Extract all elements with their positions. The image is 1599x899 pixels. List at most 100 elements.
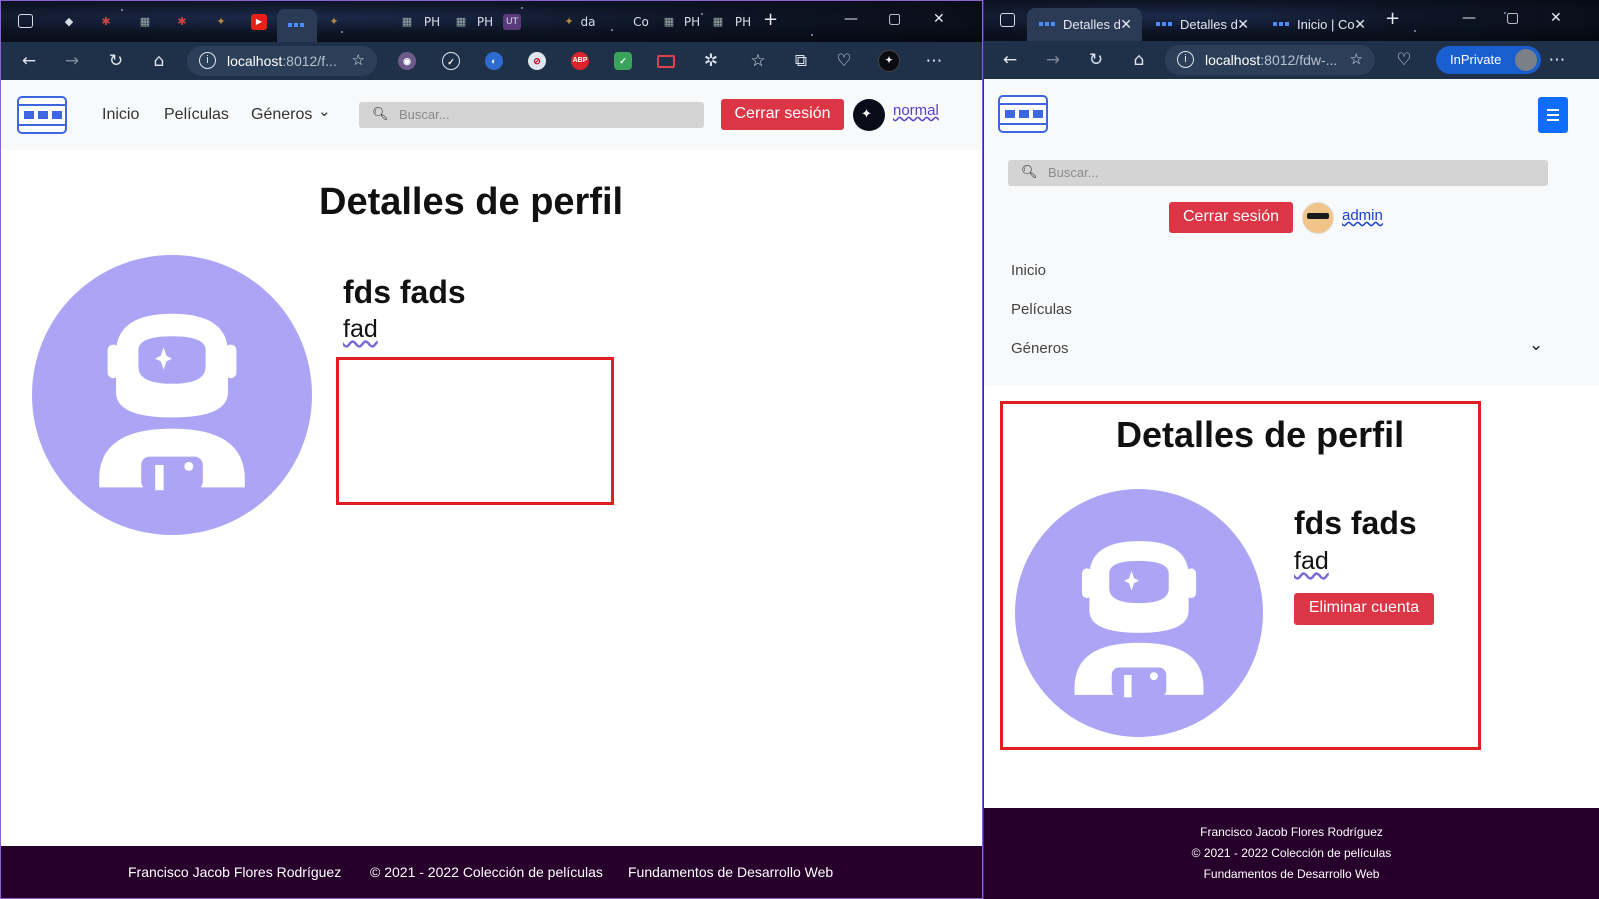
profile-username: fad [1294, 547, 1329, 576]
site-info-icon[interactable]: i [199, 52, 216, 69]
logout-button[interactable]: Cerrar sesión [1169, 202, 1293, 233]
close-window-icon[interactable]: ✕ [1550, 10, 1562, 26]
page-title: Detalles de perfil [319, 181, 624, 223]
tab-favicon-icon[interactable]: ▦ [710, 14, 726, 30]
tab-active[interactable]: Detalles d ✕ [1027, 8, 1142, 41]
site-favicon-icon [1039, 19, 1057, 29]
back-icon[interactable]: ← [999, 49, 1021, 71]
tab-favicon-icon[interactable]: ◆ [61, 14, 77, 30]
address-path: :8012/fdw-... [1260, 52, 1338, 68]
inprivate-label: InPrivate [1450, 52, 1502, 67]
nav-generos[interactable]: Géneros [1011, 340, 1069, 357]
maximize-icon[interactable]: ▢ [888, 11, 901, 27]
more-menu-icon[interactable]: ⋯ [1546, 49, 1568, 71]
site-logo[interactable] [17, 96, 67, 134]
inprivate-badge[interactable]: InPrivate [1436, 46, 1542, 74]
tab-favicon-icon[interactable]: ✦ [326, 14, 342, 30]
tab-label[interactable]: Co [631, 14, 651, 30]
search-icon: 🔍︎ [1021, 164, 1038, 179]
extension-icon[interactable] [657, 55, 675, 68]
close-window-icon[interactable]: ✕ [933, 11, 945, 27]
username-link[interactable]: normal [893, 102, 939, 119]
logout-button[interactable]: Cerrar sesión [721, 99, 844, 130]
tab-active[interactable] [277, 9, 317, 42]
profile-icon[interactable]: ✦ [878, 50, 900, 72]
extension-icon[interactable]: ◉ [398, 52, 416, 70]
profile-full-name: fds fads [1294, 505, 1417, 541]
nav-peliculas[interactable]: Películas [1011, 301, 1072, 318]
refresh-icon[interactable]: ↻ [1085, 49, 1107, 71]
add-favorite-icon[interactable]: ☆ [352, 51, 365, 69]
tab-favicon-icon[interactable]: ▦ [453, 14, 469, 30]
minimize-icon[interactable]: — [844, 11, 858, 27]
refresh-icon[interactable]: ↻ [105, 50, 127, 72]
tab-label: Detalles d [1180, 17, 1238, 32]
minimize-icon[interactable]: — [1462, 10, 1476, 26]
tab[interactable]: Inicio | Co ✕ [1261, 8, 1376, 41]
browser-essentials-icon[interactable]: ♡ [1393, 49, 1415, 71]
tab-favicon-icon[interactable]: ✦ [213, 14, 229, 30]
tab-label: Detalles d [1063, 17, 1121, 32]
new-tab-icon[interactable]: + [1385, 8, 1400, 29]
site-info-icon[interactable]: i [1177, 51, 1194, 68]
tab[interactable]: Detalles d ✕ [1144, 8, 1259, 41]
address-host: localhost [227, 53, 283, 69]
delete-account-button[interactable]: Eliminar cuenta [1294, 593, 1434, 625]
tab-actions-icon[interactable] [1000, 13, 1015, 27]
tab-favicon-icon[interactable]: ▦ [399, 14, 415, 30]
avatar[interactable] [1302, 202, 1334, 234]
chevron-down-icon[interactable]: ⌄ [318, 102, 331, 120]
nav-generos[interactable]: Géneros [251, 106, 312, 124]
avatar-glasses-icon [1307, 213, 1329, 219]
extension-icon[interactable]: ◐ [485, 52, 503, 70]
new-tab-icon[interactable]: + [763, 9, 778, 30]
home-icon[interactable]: ⌂ [1128, 49, 1150, 71]
chevron-down-icon[interactable]: ⌄ [1529, 335, 1543, 355]
tab-label[interactable]: UT [503, 14, 521, 30]
extensions-icon[interactable]: ✲ [700, 50, 722, 72]
forward-icon[interactable]: → [1042, 49, 1064, 71]
tab-label[interactable]: da [578, 14, 598, 30]
browser-essentials-icon[interactable]: ♡ [833, 50, 855, 72]
maximize-icon[interactable]: ▢ [1506, 10, 1519, 26]
tab-favicon-icon[interactable]: ✦ [561, 14, 577, 30]
nav-peliculas[interactable]: Películas [164, 106, 229, 124]
search-input[interactable]: 🔍︎ Buscar... [1008, 160, 1548, 186]
home-icon[interactable]: ⌂ [148, 50, 170, 72]
adblock-plus-icon[interactable]: ABP [571, 52, 589, 70]
close-tab-icon[interactable]: ✕ [1354, 16, 1366, 33]
tab-actions-icon[interactable] [18, 14, 33, 28]
tab-label[interactable]: PH [732, 14, 754, 30]
avatar[interactable]: ✦ [853, 99, 885, 131]
tab-label[interactable]: PH [681, 14, 703, 30]
close-tab-icon[interactable]: ✕ [1120, 16, 1132, 33]
extension-icon[interactable]: ✓ [614, 52, 632, 70]
extension-icon[interactable]: ⊘ [528, 52, 546, 70]
forward-icon[interactable]: → [61, 50, 83, 72]
more-menu-icon[interactable]: ⋯ [923, 50, 945, 72]
nav-inicio[interactable]: Inicio [102, 106, 139, 124]
collections-icon[interactable]: ⧉ [790, 50, 812, 72]
address-bar[interactable]: i localhost:8012/f... ☆ [187, 46, 377, 76]
tab-favicon-icon[interactable]: ✱ [174, 14, 190, 30]
tab-label[interactable]: PH [421, 14, 443, 30]
site-navbar: Inicio Películas Géneros ⌄ 🔍︎ Buscar... … [1, 80, 982, 150]
back-icon[interactable]: ← [18, 50, 40, 72]
tab-favicon-icon[interactable]: ▦ [137, 14, 153, 30]
address-bar[interactable]: i localhost:8012/fdw-... ☆ [1165, 45, 1375, 75]
tab-label[interactable]: PH [474, 14, 496, 30]
close-tab-icon[interactable]: ✕ [1237, 16, 1249, 33]
search-input[interactable]: 🔍︎ Buscar... [359, 102, 704, 128]
nav-inicio[interactable]: Inicio [1011, 262, 1046, 279]
tab-favicon-icon[interactable]: ✱ [98, 14, 114, 30]
extension-icon[interactable]: ✓ [442, 52, 460, 70]
tab-favicon-icon[interactable]: ▦ [661, 14, 677, 30]
username-link[interactable]: admin [1342, 207, 1383, 224]
address-host: localhost [1205, 52, 1261, 68]
add-favorite-icon[interactable]: ☆ [1350, 50, 1363, 68]
footer-author: Francisco Jacob Flores Rodríguez [1200, 825, 1383, 839]
favorites-icon[interactable]: ☆ [747, 50, 769, 72]
menu-toggle-button[interactable] [1538, 97, 1568, 133]
youtube-icon[interactable]: ▶ [251, 14, 267, 30]
site-logo[interactable] [998, 95, 1048, 133]
